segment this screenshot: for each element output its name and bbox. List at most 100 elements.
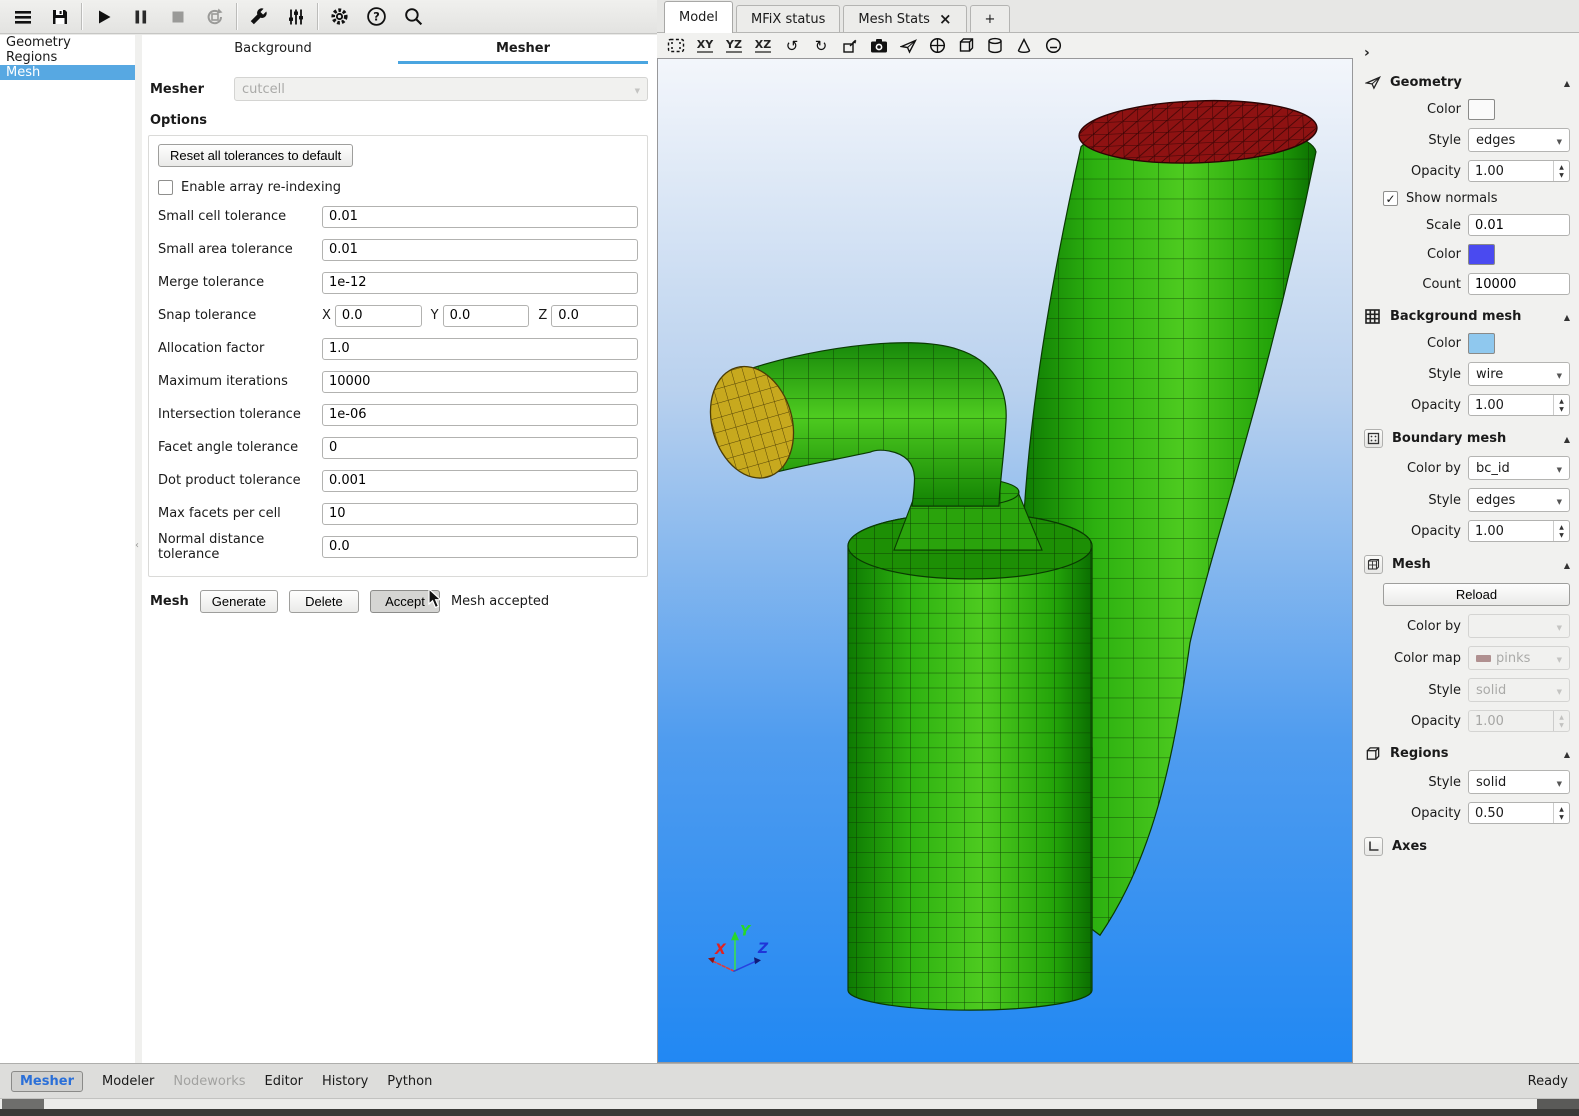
enable-array-reindexing-checkbox[interactable] [158,180,173,195]
section-background-mesh-header[interactable]: Background mesh [1353,308,1579,325]
toggle-mesh-button[interactable] [984,36,1006,56]
build-mesher-button[interactable] [240,3,277,31]
tab-mfix-status[interactable]: MFiX status [736,5,840,32]
toggle-regions-button[interactable] [955,36,977,56]
tab-model[interactable]: Model [664,1,733,33]
section-regions-header[interactable]: Regions [1353,745,1579,762]
toggle-geometry-button[interactable] [897,36,919,56]
new-tab-button[interactable]: + [970,5,1011,32]
section-boundary-mesh-header[interactable]: Boundary mesh [1353,429,1579,448]
mode-modeler-button[interactable]: Modeler [102,1074,154,1089]
mode-history-button[interactable]: History [322,1074,368,1089]
nav-item-regions[interactable]: Regions [0,50,135,65]
section-axes-header[interactable]: Axes [1353,837,1579,856]
collapse-section-icon[interactable] [1564,75,1570,90]
background-mesh-style-select[interactable]: wire [1468,362,1570,386]
accept-mesh-button[interactable]: Accept [370,590,440,613]
boundary-mesh-opacity-spinbox[interactable]: 1.00 [1468,520,1570,542]
perspective-button[interactable] [839,36,861,56]
reset-tolerances-button[interactable]: Reset all tolerances to default [158,144,353,167]
regions-style-value: solid [1476,775,1557,790]
toggle-background-mesh-button[interactable] [926,36,948,56]
nav-item-mesh[interactable]: Mesh [0,65,135,80]
intersection-tolerance-input[interactable] [322,404,638,426]
snap-tolerance-x-input[interactable] [335,305,422,327]
generate-mesh-button[interactable]: Generate [200,590,278,613]
section-title: Background mesh [1390,309,1555,324]
geometry-opacity-spinbox[interactable]: 1.00 [1468,160,1570,182]
reload-mesh-button[interactable]: Reload [1383,583,1570,606]
maximum-iterations-input[interactable] [322,371,638,393]
background-mesh-color-swatch[interactable] [1468,333,1495,354]
small-cell-tolerance-input[interactable] [322,206,638,228]
boundary-mesh-style-select[interactable]: edges [1468,488,1570,512]
geometry-style-select[interactable]: edges [1468,128,1570,152]
settings-button[interactable] [321,3,358,31]
max-facets-per-cell-input[interactable] [322,503,638,525]
toggle-clip-button[interactable] [1042,36,1064,56]
status-bar: Mesher Modeler Nodeworks Editor History … [0,1063,1579,1098]
snap-tolerance-z-input[interactable] [551,305,638,327]
stop-button[interactable] [159,3,196,31]
close-tab-icon[interactable]: × [939,12,952,27]
view-yz-button[interactable]: YZ [723,36,745,56]
section-geometry-header[interactable]: Geometry [1353,74,1579,91]
allocation-factor-input[interactable] [322,338,638,360]
reset-button[interactable] [196,3,233,31]
parameters-button[interactable] [277,3,314,31]
screenshot-button[interactable] [868,36,890,56]
boundary-mesh-color-by-select[interactable]: bc_id [1468,456,1570,480]
run-button[interactable] [85,3,122,31]
toggle-cone-button[interactable] [1013,36,1035,56]
section-mesh-header[interactable]: Mesh [1353,555,1579,574]
boundary-mesh-opacity-value: 1.00 [1469,521,1553,541]
normals-count-input[interactable] [1468,273,1570,295]
panel-splitter[interactable]: ‹ [135,35,142,1063]
dot-product-tolerance-input[interactable] [322,470,638,492]
view-xy-button[interactable]: XY [694,36,716,56]
nav-item-geometry[interactable]: Geometry [0,35,135,50]
help-button[interactable]: ? [358,3,395,31]
collapse-sidebar-button[interactable]: › [1364,45,1380,61]
colormap-preview-icon [1476,655,1491,662]
tab-background[interactable]: Background [148,37,398,64]
rotate-right-button[interactable]: ↻ [810,36,832,56]
spin-arrows[interactable] [1553,521,1569,541]
mode-editor-button[interactable]: Editor [265,1074,303,1089]
mode-mesher-button[interactable]: Mesher [11,1071,83,1092]
facet-angle-tolerance-input[interactable] [322,437,638,459]
regions-style-select[interactable]: solid [1468,770,1570,794]
view-xz-button[interactable]: XZ [752,36,774,56]
spin-arrows[interactable] [1553,161,1569,181]
show-normals-checkbox[interactable] [1383,191,1398,206]
mesh-opacity-value: 1.00 [1469,711,1553,731]
menu-button[interactable] [4,3,41,31]
mode-python-button[interactable]: Python [387,1074,432,1089]
regions-opacity-spinbox[interactable]: 0.50 [1468,802,1570,824]
background-mesh-opacity-spinbox[interactable]: 1.00 [1468,394,1570,416]
spin-arrows[interactable] [1553,395,1569,415]
pause-button[interactable] [122,3,159,31]
vtk-viewport[interactable]: X Y Z [657,58,1353,1063]
spin-arrows[interactable] [1553,803,1569,823]
collapse-section-icon[interactable] [1564,557,1570,572]
fit-view-button[interactable] [665,36,687,56]
tab-mesh-stats[interactable]: Mesh Stats × [843,5,966,32]
normals-color-swatch[interactable] [1468,244,1495,265]
rotate-left-button[interactable]: ↺ [781,36,803,56]
collapse-section-icon[interactable] [1564,746,1570,761]
normals-scale-input[interactable] [1468,214,1570,236]
geometry-color-swatch[interactable] [1468,99,1495,120]
merge-tolerance-input[interactable] [322,272,638,294]
color-by-label: Color by [1383,619,1461,634]
collapse-section-icon[interactable] [1564,431,1570,446]
small-area-tolerance-input[interactable] [322,239,638,261]
tab-mesher[interactable]: Mesher [398,37,648,64]
snap-tolerance-y-input[interactable] [443,305,530,327]
normal-distance-tolerance-input[interactable] [322,536,638,558]
search-button[interactable] [395,3,432,31]
delete-mesh-button[interactable]: Delete [289,590,359,613]
collapse-section-icon[interactable] [1564,309,1570,324]
save-button[interactable] [41,3,78,31]
mesher-select: cutcell [234,77,648,101]
